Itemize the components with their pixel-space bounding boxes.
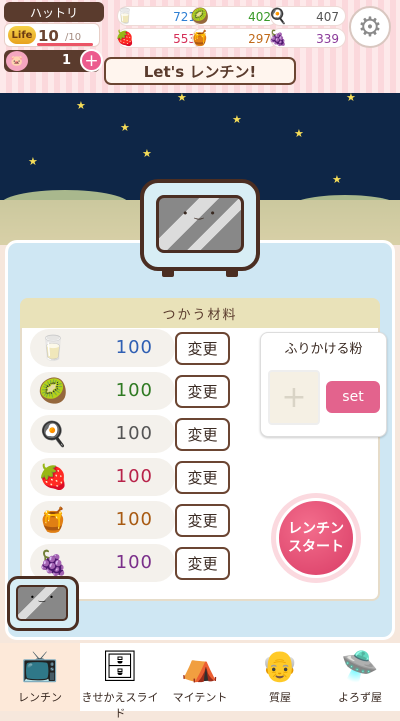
ingredient-row-kiwi: 🥝 100	[30, 372, 175, 410]
milk-icon: 🥛	[115, 7, 135, 25]
nav-item-shichiya[interactable]: 👴 質屋	[240, 643, 320, 711]
leg	[226, 269, 238, 277]
kiwi-icon: 🥝	[38, 377, 68, 405]
star-icon: ★	[142, 147, 152, 160]
nav-label: レンチン	[18, 691, 62, 704]
add-coin-button[interactable]: +	[80, 49, 103, 72]
small-microwave-icon: •‿•	[7, 576, 79, 631]
ingredient-row-egg: 🍳 100	[30, 415, 175, 453]
honey-icon: 🍯	[190, 29, 210, 47]
nav-item-renchin[interactable]: 📺 レンチン	[0, 643, 80, 711]
star-icon: ★	[346, 91, 356, 104]
ufo-icon: 🛸	[341, 648, 379, 684]
dresser-icon: 🗄	[100, 648, 140, 684]
change-button-milk[interactable]: 変更	[175, 332, 230, 365]
pig-coin-icon: 🐷	[6, 51, 28, 71]
ingredient-row-honey: 🍯 100	[30, 501, 175, 539]
set-button[interactable]: set	[326, 381, 380, 413]
page-title: Let's レンチン!	[104, 57, 296, 85]
ingredient-row-milk: 🥛 100	[30, 329, 175, 367]
start-label-1: レンチン	[288, 521, 344, 537]
nav-item-kisekae[interactable]: 🗄 きせかえスライド	[80, 643, 160, 721]
strawberry-icon: 🍓	[115, 29, 135, 47]
change-button-kiwi[interactable]: 変更	[175, 375, 230, 408]
honey-icon: 🍯	[38, 506, 68, 534]
star-icon: ★	[294, 127, 304, 140]
change-button-grape[interactable]: 変更	[175, 547, 230, 580]
microwave-screen	[156, 195, 244, 253]
ingredients-title: つかう材料	[20, 298, 380, 328]
settings-gear-icon[interactable]: ⚙	[349, 6, 391, 48]
change-button-strawberry[interactable]: 変更	[175, 461, 230, 494]
resource-egg: 🍳 407	[268, 6, 346, 26]
resource-grape: 🍇 339	[268, 28, 346, 48]
kiwi-icon: 🥝	[190, 7, 210, 25]
star-icon: ★	[177, 91, 187, 104]
player-name: ハットリ	[4, 2, 104, 22]
star-icon: ★	[76, 99, 86, 112]
ingredient-row-strawberry: 🍓 100	[30, 458, 175, 496]
nav-label: きせかえスライド	[81, 691, 159, 720]
ingredient-qty: 100	[115, 552, 153, 573]
resource-honey: 🍯 297	[190, 28, 278, 48]
sprinkle-title: ふりかける粉	[284, 342, 363, 357]
life-meter: Life 10 /10	[4, 23, 100, 47]
nav-label: 質屋	[269, 691, 291, 704]
egg-icon: 🍳	[38, 420, 68, 448]
microwave-character-icon: •‿•	[140, 179, 260, 277]
face: •‿•	[30, 593, 58, 602]
strawberry-icon: 🍓	[38, 463, 68, 491]
ingredient-qty: 100	[115, 466, 153, 487]
nav-item-yorozuya[interactable]: 🛸 よろず屋	[320, 643, 400, 711]
egg-icon: 🍳	[268, 7, 288, 25]
life-badge: Life	[8, 26, 36, 44]
face: •‿•	[182, 207, 222, 220]
star-icon: ★	[332, 173, 342, 186]
top-status-bar: ハットリ Life 10 /10 🐷 1 + 🥛 721 🥝 402 🍳 407…	[0, 0, 400, 93]
resource-kiwi: 🥝 402	[190, 6, 278, 26]
star-icon: ★	[120, 121, 130, 134]
grape-icon: 🍇	[38, 549, 68, 577]
nav-label: よろず屋	[338, 691, 382, 704]
nav-label: マイテント	[172, 691, 228, 704]
start-cooking-button[interactable]: レンチン スタート	[276, 498, 356, 578]
change-button-egg[interactable]: 変更	[175, 418, 230, 451]
star-icon: ★	[232, 113, 242, 126]
bottom-nav: 📺 レンチン 🗄 きせかえスライド ⛺ マイテント 👴 質屋 🛸 よろず屋	[0, 643, 400, 721]
microwave-icon: 📺	[21, 648, 59, 684]
grape-icon: 🍇	[268, 29, 288, 47]
nav-item-mytent[interactable]: ⛺ マイテント	[160, 643, 240, 711]
coin-value: 1	[62, 53, 72, 68]
tent-icon: ⛺	[181, 648, 219, 684]
resource-value: 339	[316, 32, 339, 46]
life-max: /10	[65, 32, 82, 43]
change-button-honey[interactable]: 変更	[175, 504, 230, 537]
microwave-screen	[16, 585, 68, 621]
star-icon: ★	[28, 155, 38, 168]
ingredient-qty: 100	[115, 380, 153, 401]
pawnshop-man-icon: 👴	[261, 648, 299, 684]
sprinkle-slot[interactable]: +	[268, 370, 320, 425]
resource-value: 407	[316, 10, 339, 24]
ingredient-qty: 100	[115, 423, 153, 444]
life-bar	[37, 43, 93, 46]
ingredient-qty: 100	[115, 509, 153, 530]
ingredient-qty: 100	[115, 337, 153, 358]
start-label-2: スタート	[288, 539, 344, 555]
milk-icon: 🥛	[38, 334, 68, 362]
leg	[162, 269, 174, 277]
